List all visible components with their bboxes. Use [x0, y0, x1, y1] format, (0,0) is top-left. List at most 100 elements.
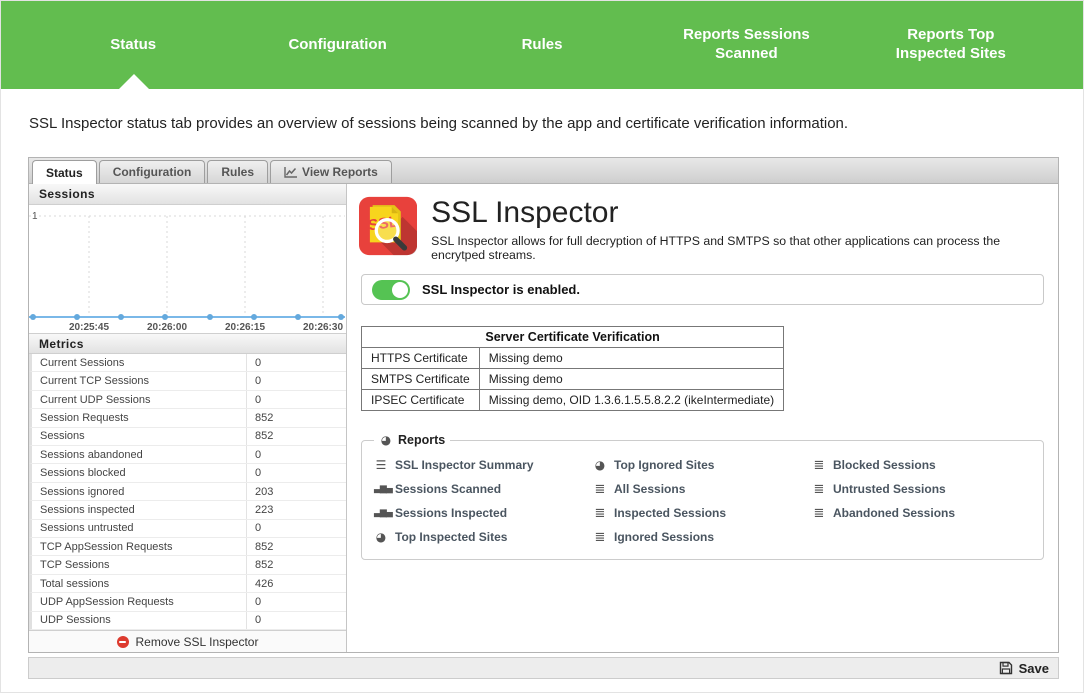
report-icon: ≣	[812, 482, 826, 497]
report-link[interactable]: ≣ Ignored Sessions	[593, 525, 812, 549]
metric-value: 426	[247, 578, 273, 590]
metric-name: UDP Sessions	[32, 612, 247, 629]
metric-name: Sessions blocked	[32, 464, 247, 481]
report-link[interactable]: ◕ Top Inspected Sites	[374, 525, 593, 549]
report-link-label: Top Inspected Sites	[395, 530, 507, 544]
report-link[interactable]: ☰ SSL Inspector Summary	[374, 453, 593, 477]
sessions-chart-box: 1 20:25:45 20:26:00 20:26:15 20:26:	[29, 205, 346, 333]
metric-row: Total sessions 426	[29, 575, 346, 593]
report-link-label: Blocked Sessions	[833, 458, 936, 472]
metric-name: UDP AppSession Requests	[32, 593, 247, 610]
x-axis-tick: 20:26:30	[303, 322, 343, 333]
metric-name: Current TCP Sessions	[32, 372, 247, 389]
reports-legend: ◕ Reports	[374, 433, 450, 447]
remove-ssl-inspector-button[interactable]: Remove SSL Inspector	[29, 630, 346, 652]
top-nav-tab[interactable]: Reports Top Inspected Sites	[849, 26, 1053, 64]
chart-line-icon	[284, 167, 297, 178]
metric-row: Sessions inspected 223	[29, 501, 346, 519]
pie-chart-icon: ◕	[379, 433, 393, 447]
metric-value: 0	[247, 449, 261, 461]
certificate-label: IPSEC Certificate	[362, 390, 480, 411]
app-content: Sessions 1	[28, 183, 1059, 653]
metric-name: Session Requests	[32, 409, 247, 426]
metric-name: Current Sessions	[32, 354, 247, 371]
x-axis-tick: 20:25:45	[69, 322, 109, 333]
metric-row: Current Sessions 0	[29, 354, 346, 372]
report-icon: ≣	[593, 530, 607, 545]
app-tab[interactable]: Rules	[207, 160, 268, 183]
metric-row: Sessions abandoned 0	[29, 446, 346, 464]
certificate-table-title: Server Certificate Verification	[362, 327, 784, 348]
remove-label: Remove SSL Inspector	[136, 635, 259, 649]
sessions-chart: 1 20:25:45 20:26:00 20:26:15 20:26:	[29, 205, 345, 333]
reports-title: Reports	[398, 433, 445, 447]
report-link[interactable]: ≣ Untrusted Sessions	[812, 477, 1031, 501]
report-link-label: SSL Inspector Summary	[395, 458, 534, 472]
metric-name: TCP AppSession Requests	[32, 538, 247, 555]
report-links: ☰ SSL Inspector Summary ▃▆▄ Sessions Sca…	[374, 449, 1031, 549]
footer-bar: Save	[28, 657, 1059, 679]
metric-value: 0	[247, 614, 261, 626]
enabled-status-text: SSL Inspector is enabled.	[422, 282, 580, 297]
certificate-value: Missing demo, OID 1.3.6.1.5.5.8.2.2 (ike…	[479, 390, 783, 411]
report-icon: ▃▆▄	[374, 508, 388, 518]
certificate-value: Missing demo	[479, 348, 783, 369]
top-nav-tab[interactable]: Configuration	[235, 36, 439, 55]
report-link-label: Sessions Inspected	[395, 506, 507, 520]
report-link-label: Abandoned Sessions	[833, 506, 955, 520]
metric-row: Current TCP Sessions 0	[29, 372, 346, 390]
app-tagline: SSL Inspector allows for full decryption…	[431, 234, 1046, 262]
metric-row: UDP Sessions 0	[29, 612, 346, 630]
metric-row: Sessions 852	[29, 428, 346, 446]
top-nav-tab[interactable]: Status	[31, 36, 235, 55]
report-link[interactable]: ▃▆▄ Sessions Inspected	[374, 501, 593, 525]
metric-row: UDP AppSession Requests 0	[29, 593, 346, 611]
sessions-header: Sessions	[29, 184, 346, 205]
metric-value: 203	[247, 486, 273, 498]
report-link[interactable]: ▃▆▄ Sessions Scanned	[374, 477, 593, 501]
metric-value: 0	[247, 467, 261, 479]
report-link[interactable]: ◕ Top Ignored Sites	[593, 453, 812, 477]
metric-value: 0	[247, 394, 261, 406]
report-link-label: Untrusted Sessions	[833, 482, 946, 496]
metric-row: TCP Sessions 852	[29, 556, 346, 574]
certificate-verification-table: Server Certificate Verification HTTPS Ce…	[361, 326, 784, 411]
top-nav: Status Configuration Rules Reports Sessi…	[1, 1, 1083, 89]
metric-value: 223	[247, 504, 273, 516]
app-tabstrip: Status Configuration Rules View Reports	[28, 157, 1059, 183]
save-label: Save	[1019, 661, 1049, 676]
top-nav-tab[interactable]: Rules	[440, 36, 644, 55]
report-icon: ≣	[593, 506, 607, 521]
power-toggle[interactable]	[372, 280, 410, 300]
ssl-inspector-page: Status Configuration Rules Reports Sessi…	[0, 0, 1084, 693]
report-link[interactable]: ≣ Blocked Sessions	[812, 453, 1031, 477]
metric-row: Sessions blocked 0	[29, 464, 346, 482]
report-link[interactable]: ≣ Inspected Sessions	[593, 501, 812, 525]
metric-row: Current UDP Sessions 0	[29, 391, 346, 409]
top-nav-tab[interactable]: Reports Sessions Scanned	[644, 26, 848, 64]
enabled-status-box: SSL Inspector is enabled.	[361, 274, 1044, 305]
metric-name: Sessions abandoned	[32, 446, 247, 463]
app-tab[interactable]: View Reports	[270, 160, 392, 183]
certificate-value: Missing demo	[479, 369, 783, 390]
report-link[interactable]: ≣ All Sessions	[593, 477, 812, 501]
app-tab[interactable]: Configuration	[99, 160, 206, 183]
y-axis-tick: 1	[32, 211, 38, 222]
metric-value: 0	[247, 522, 261, 534]
app-panel: Status Configuration Rules View Reports	[28, 157, 1059, 653]
report-icon: ◕	[593, 458, 607, 472]
x-axis-tick: 20:26:00	[147, 322, 187, 333]
report-link[interactable]: ≣ Abandoned Sessions	[812, 501, 1031, 525]
report-link-label: All Sessions	[614, 482, 685, 496]
app-tab-label: Status	[46, 166, 83, 180]
save-button[interactable]: Save	[999, 661, 1049, 676]
app-tab[interactable]: Status	[32, 160, 97, 184]
metric-name: Total sessions	[32, 575, 247, 592]
report-link-label: Top Ignored Sites	[614, 458, 714, 472]
metric-value: 852	[247, 559, 273, 571]
app-tab-label: Rules	[221, 165, 254, 179]
metric-name: Sessions inspected	[32, 501, 247, 518]
active-tab-arrow	[119, 74, 149, 89]
report-link-label: Sessions Scanned	[395, 482, 501, 496]
certificate-row: SMTPS Certificate Missing demo	[362, 369, 784, 390]
